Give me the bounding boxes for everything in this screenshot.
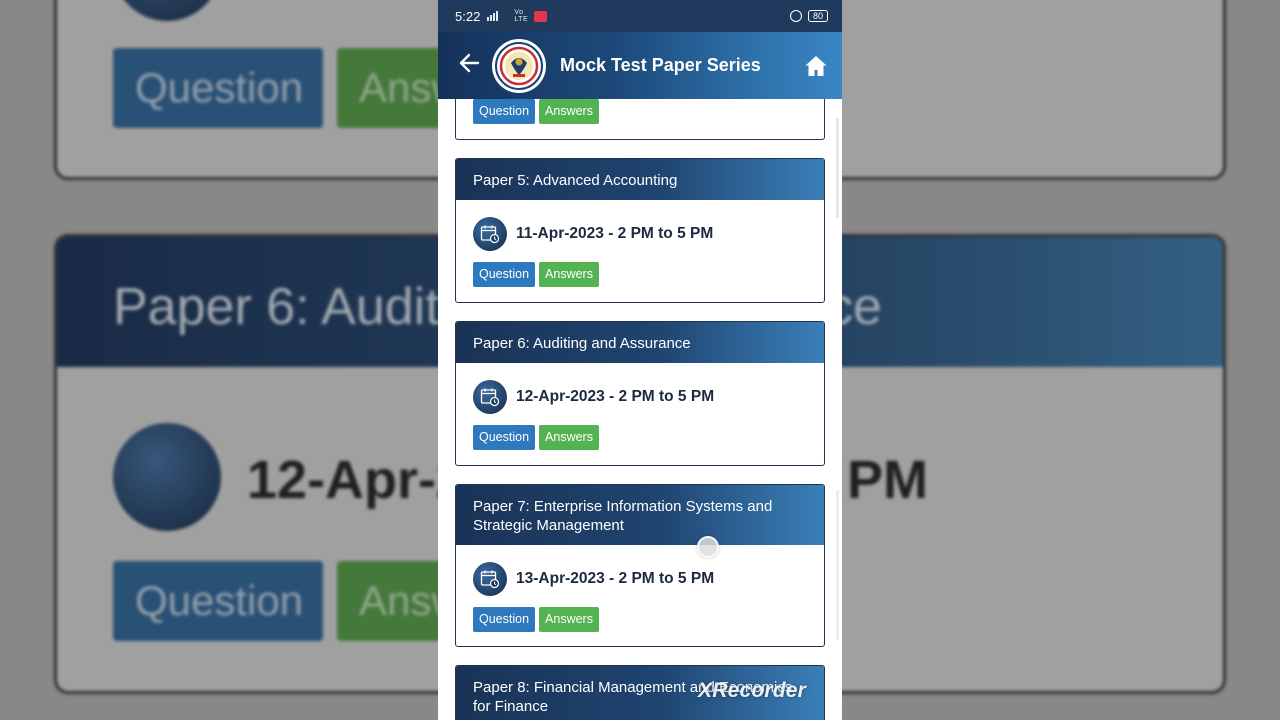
calendar-clock-icon xyxy=(473,562,507,596)
battery-indicator: 80 xyxy=(807,10,828,22)
exam-date-row: 11-Apr-2023 - 2 PM to 5 PM xyxy=(456,217,824,251)
exam-date: 12-Apr-2023 - 2 PM to 5 PM xyxy=(516,388,715,405)
touch-indicator xyxy=(697,536,719,558)
status-time: 5:22 xyxy=(455,8,481,24)
calendar-clock-icon xyxy=(473,380,507,414)
question-button[interactable]: Question xyxy=(473,425,536,450)
answers-button[interactable]: Answers xyxy=(539,262,599,287)
home-icon[interactable] xyxy=(804,54,828,78)
recorder-watermark: XRecorder xyxy=(698,679,807,702)
arrow-left-icon[interactable] xyxy=(458,52,482,79)
page-title: Mock Test Paper Series xyxy=(560,55,761,75)
question-button[interactable]: Question xyxy=(473,607,536,632)
signal-icon xyxy=(487,10,499,21)
answers-button[interactable]: Answers xyxy=(539,607,599,632)
paper-card: Question Answers xyxy=(455,99,825,140)
scrollbar-track xyxy=(836,490,839,640)
app-bar: Mock Test Paper Series xyxy=(438,32,842,99)
calendar-clock-icon xyxy=(473,217,507,251)
paper-title: Paper 7: Enterprise Information Systems … xyxy=(456,485,824,545)
institute-logo xyxy=(492,38,546,93)
status-bar: 5:22 Vo LTE 80 xyxy=(438,0,842,32)
paper-title: Paper 6: Auditing and Assurance xyxy=(456,322,824,363)
scrollbar[interactable] xyxy=(836,118,839,218)
paper-card: Paper 6: Auditing and Assurance 12-Apr-2… xyxy=(455,321,825,466)
signal-indicator xyxy=(486,10,508,23)
paper-card: Paper 7: Enterprise Information Systems … xyxy=(455,484,825,647)
answers-button[interactable]: Answers xyxy=(539,99,599,124)
paper-card: Paper 5: Advanced Accounting 11-Apr-2023… xyxy=(455,158,825,303)
screen-record-icon xyxy=(534,10,548,22)
logo-emblem-icon xyxy=(495,41,543,90)
exam-date-row: 12-Apr-2023 - 2 PM to 5 PM xyxy=(456,380,824,414)
paper-list[interactable]: Question Answers Paper 5: Advanced Accou… xyxy=(438,99,842,720)
answers-button[interactable]: Answers xyxy=(539,425,599,450)
paper-title: Paper 5: Advanced Accounting xyxy=(456,159,824,200)
volte-label: Vo LTE xyxy=(514,9,529,23)
question-button[interactable]: Question xyxy=(473,262,536,287)
question-button[interactable]: Question xyxy=(473,99,536,124)
exam-date-row: 13-Apr-2023 - 2 PM to 5 PM xyxy=(456,562,824,596)
phone-screen: 5:22 Vo LTE 80 Mock Test Paper Series Qu… xyxy=(438,0,842,720)
exam-date: 13-Apr-2023 - 2 PM to 5 PM xyxy=(516,570,715,587)
alarm-icon xyxy=(789,10,802,22)
exam-date: 11-Apr-2023 - 2 PM to 5 PM xyxy=(516,225,714,242)
